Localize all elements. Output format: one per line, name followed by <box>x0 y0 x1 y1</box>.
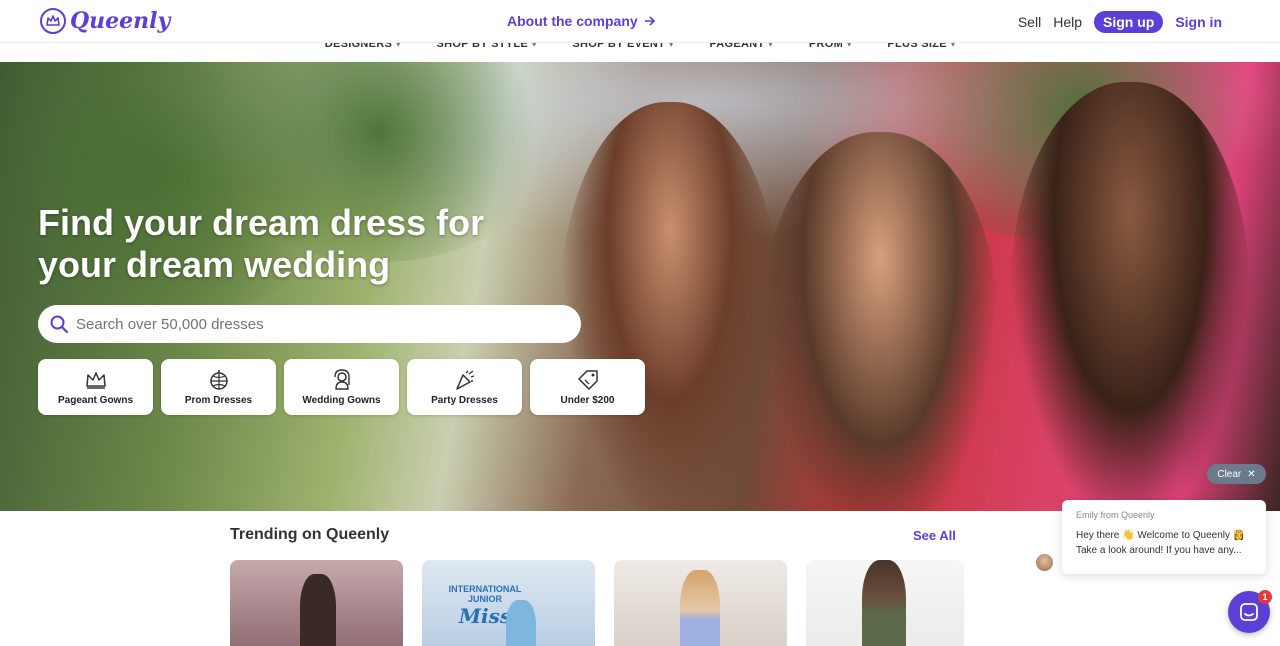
quick-link-label: Under $200 <box>560 394 615 406</box>
sign-up-button[interactable]: Sign up <box>1094 11 1164 33</box>
disco-ball-icon <box>208 369 230 391</box>
chat-icon <box>1240 603 1258 621</box>
notification-badge: 1 <box>1258 590 1272 604</box>
hero-banner: Find your dream dress for your dream wed… <box>0 62 1280 511</box>
search-input[interactable] <box>76 315 556 333</box>
trending-cards: INTERNATIONAL JUNIOR Miss <box>230 560 964 646</box>
hero-photo-model <box>1010 82 1250 511</box>
search-bar[interactable] <box>38 305 581 343</box>
chat-preview[interactable]: Emily from Queenly Hey there 👋 Welcome t… <box>1062 500 1266 574</box>
clear-chat-button[interactable]: Clear ✕ <box>1207 464 1266 484</box>
quick-link-wedding-gowns[interactable]: Wedding Gowns <box>284 359 399 415</box>
crown-icon <box>85 369 107 391</box>
card-photo <box>506 600 536 646</box>
price-tag-icon <box>577 369 599 391</box>
help-link[interactable]: Help <box>1053 14 1082 30</box>
quick-link-label: Party Dresses <box>431 394 498 406</box>
queenly-logo[interactable]: Queenly <box>40 8 170 34</box>
hero-title-line-2: your dream wedding <box>38 244 391 285</box>
trending-title: Trending on Queenly <box>230 526 390 543</box>
trending-card[interactable] <box>806 560 964 646</box>
trending-card[interactable]: INTERNATIONAL JUNIOR Miss <box>422 560 595 646</box>
party-popper-icon <box>454 369 476 391</box>
crown-logo-icon <box>40 8 66 34</box>
clear-label: Clear <box>1217 468 1242 480</box>
card-photo <box>680 570 720 646</box>
sell-link[interactable]: Sell <box>1018 14 1041 30</box>
bride-icon <box>331 368 353 391</box>
arrow-right-icon <box>644 16 655 26</box>
quick-link-under-200[interactable]: Under $200 <box>530 359 645 415</box>
top-nav: Sell Help Sign up Sign in <box>1018 11 1222 33</box>
hero-title: Find your dream dress for your dream wed… <box>38 202 558 286</box>
chat-message-line-2: Take a look around! If you have any... <box>1076 545 1242 556</box>
top-header: Queenly About the company Sell Help Sign… <box>0 0 1280 43</box>
quick-link-prom-dresses[interactable]: Prom Dresses <box>161 359 276 415</box>
hero-title-line-1: Find your dream dress for <box>38 202 485 243</box>
quick-link-label: Pageant Gowns <box>57 394 133 406</box>
card-photo <box>300 574 336 646</box>
quick-links: Pageant Gowns Prom Dresses Wedding Gowns… <box>38 359 645 415</box>
hero-photo-model <box>760 132 1000 511</box>
quick-link-label: Wedding Gowns <box>302 394 381 406</box>
badge-text-1: INTERNATIONAL <box>448 584 522 594</box>
chat-sender: Emily from Queenly <box>1076 510 1155 520</box>
about-company-label: About the company <box>507 13 638 29</box>
sign-in-link[interactable]: Sign in <box>1175 14 1222 30</box>
trending-card[interactable] <box>614 560 787 646</box>
chat-message-line-1: Hey there 👋 Welcome to Queenly 👸 <box>1076 530 1246 541</box>
quick-link-label: Prom Dresses <box>184 394 253 406</box>
quick-link-pageant-gowns[interactable]: Pageant Gowns <box>38 359 153 415</box>
quick-link-party-dresses[interactable]: Party Dresses <box>407 359 522 415</box>
close-icon: ✕ <box>1247 468 1256 480</box>
trending-card[interactable] <box>230 560 403 646</box>
see-all-link[interactable]: See All <box>913 528 956 543</box>
logo-text: Queenly <box>70 8 171 34</box>
hero-photo-model <box>560 102 780 511</box>
avatar <box>1034 552 1055 573</box>
card-photo <box>862 560 906 646</box>
search-icon <box>50 315 68 333</box>
about-company-link[interactable]: About the company <box>507 13 656 29</box>
